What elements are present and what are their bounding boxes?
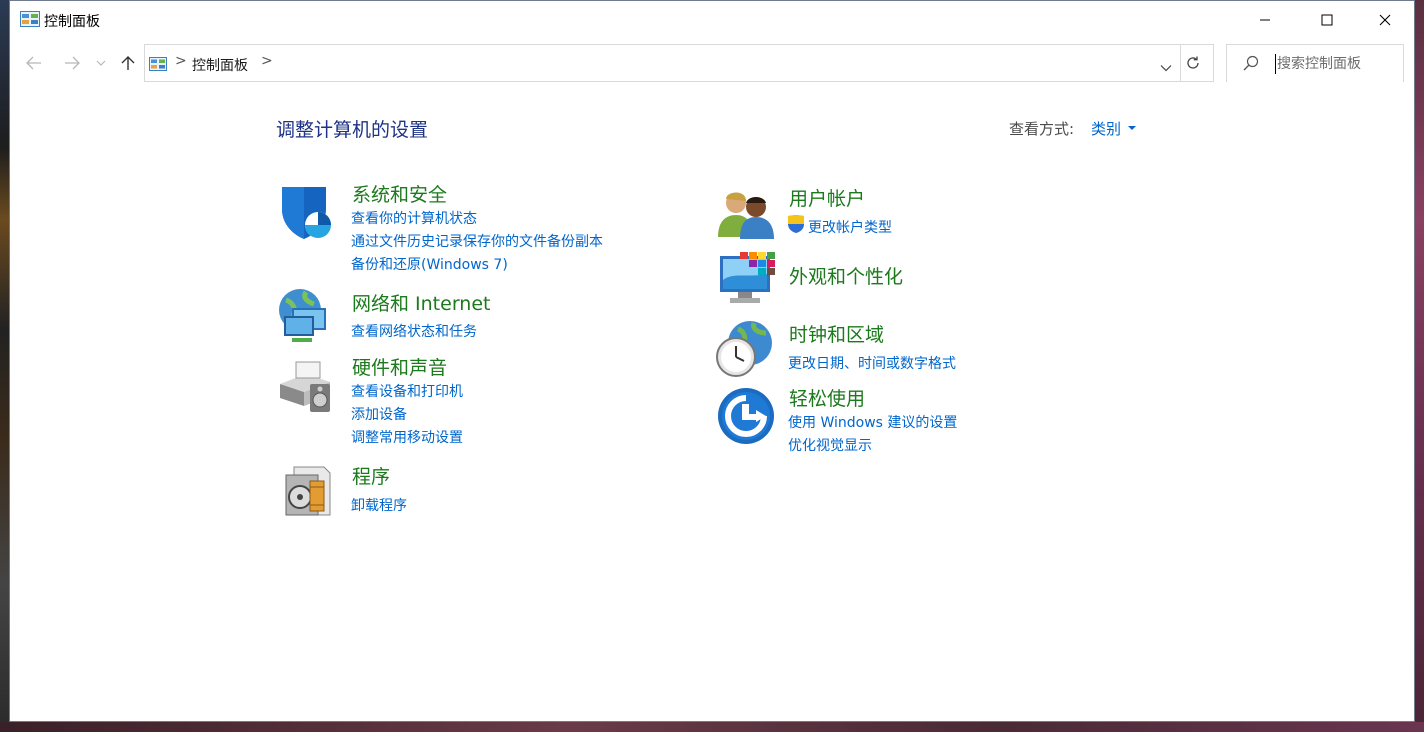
category-ease-of-access[interactable]: 轻松使用: [789, 384, 865, 411]
link-uninstall-program[interactable]: 卸载程序: [351, 495, 407, 515]
chevron-down-icon: [96, 60, 106, 66]
desktop-background-bottom: [0, 722, 1424, 732]
view-by-label: 查看方式:: [1009, 120, 1075, 138]
appearance-personalization-icon[interactable]: [716, 250, 776, 310]
link-add-device[interactable]: 添加设备: [351, 404, 407, 424]
link-backup-restore[interactable]: 备份和还原(Windows 7): [351, 254, 508, 274]
link-change-account-type[interactable]: 更改帐户类型: [808, 217, 892, 237]
category-user-accounts[interactable]: 用户帐户: [789, 184, 865, 211]
search-box[interactable]: [1226, 44, 1404, 82]
category-system-security[interactable]: 系统和安全: [352, 180, 447, 207]
breadcrumb-separator[interactable]: >: [261, 53, 273, 69]
recent-locations-button[interactable]: [94, 51, 108, 75]
chevron-down-icon: [1160, 65, 1172, 72]
minimize-button[interactable]: [1236, 1, 1294, 39]
programs-icon[interactable]: [280, 461, 340, 521]
search-icon: [1243, 55, 1259, 75]
category-programs[interactable]: 程序: [352, 462, 390, 489]
category-hardware-sound[interactable]: 硬件和声音: [352, 353, 447, 380]
link-network-status[interactable]: 查看网络状态和任务: [351, 321, 477, 341]
user-accounts-icon[interactable]: [716, 185, 776, 245]
desktop-background-left: [0, 0, 9, 732]
category-network-internet[interactable]: 网络和 Internet: [352, 289, 490, 316]
close-icon: [1379, 14, 1391, 26]
up-button[interactable]: [118, 51, 138, 75]
refresh-icon: [1187, 56, 1199, 69]
arrow-up-icon: [121, 56, 135, 70]
hardware-sound-icon[interactable]: [276, 356, 336, 416]
maximize-button[interactable]: [1298, 1, 1356, 39]
category-appearance-personalization[interactable]: 外观和个性化: [789, 262, 903, 289]
ease-of-access-icon[interactable]: [716, 386, 776, 446]
forward-button[interactable]: [62, 51, 82, 75]
close-button[interactable]: [1356, 1, 1414, 39]
breadcrumb-separator[interactable]: >: [175, 53, 187, 69]
network-internet-icon[interactable]: [276, 286, 336, 346]
view-by-caret-icon[interactable]: [1128, 126, 1136, 130]
clock-region-icon[interactable]: [714, 319, 774, 379]
refresh-button[interactable]: [1173, 44, 1214, 82]
uac-shield-icon: [787, 214, 805, 234]
link-file-history[interactable]: 通过文件历史记录保存你的文件备份副本: [351, 231, 603, 251]
link-change-date-time-format[interactable]: 更改日期、时间或数字格式: [788, 353, 956, 373]
control-panel-icon: [149, 56, 167, 71]
breadcrumb-control-panel[interactable]: 控制面板: [192, 55, 248, 75]
back-button[interactable]: [24, 51, 44, 75]
desktop-background-right: [1414, 0, 1424, 732]
category-clock-region[interactable]: 时钟和区域: [789, 320, 884, 347]
page-title: 调整计算机的设置: [276, 119, 429, 141]
address-dropdown-button[interactable]: [1160, 57, 1172, 76]
title-bar[interactable]: 控制面板: [10, 1, 1414, 39]
maximize-icon: [1321, 14, 1333, 26]
minimize-icon: [1260, 19, 1270, 21]
control-panel-icon: [20, 11, 40, 27]
link-mobility-settings[interactable]: 调整常用移动设置: [351, 427, 463, 447]
view-by-dropdown[interactable]: 类别: [1091, 118, 1121, 139]
link-windows-recommended-settings[interactable]: 使用 Windows 建议的设置: [788, 412, 957, 432]
link-optimize-visual-display[interactable]: 优化视觉显示: [788, 435, 872, 455]
system-security-icon[interactable]: [276, 183, 336, 243]
arrow-left-icon: [26, 56, 41, 70]
search-input[interactable]: [1275, 54, 1395, 74]
link-view-computer-status[interactable]: 查看你的计算机状态: [351, 208, 477, 228]
window-title: 控制面板: [44, 14, 100, 30]
link-devices-printers[interactable]: 查看设备和打印机: [351, 381, 463, 401]
arrow-right-icon: [65, 56, 80, 70]
control-panel-window: 控制面板 > 控制面板 > 搜索控制面板 调整计算机的设置 查看方式: 类别 系…: [9, 0, 1415, 722]
address-bar[interactable]: > 控制面板 >: [144, 44, 1181, 82]
navigation-bar: > 控制面板 >: [10, 39, 1414, 87]
